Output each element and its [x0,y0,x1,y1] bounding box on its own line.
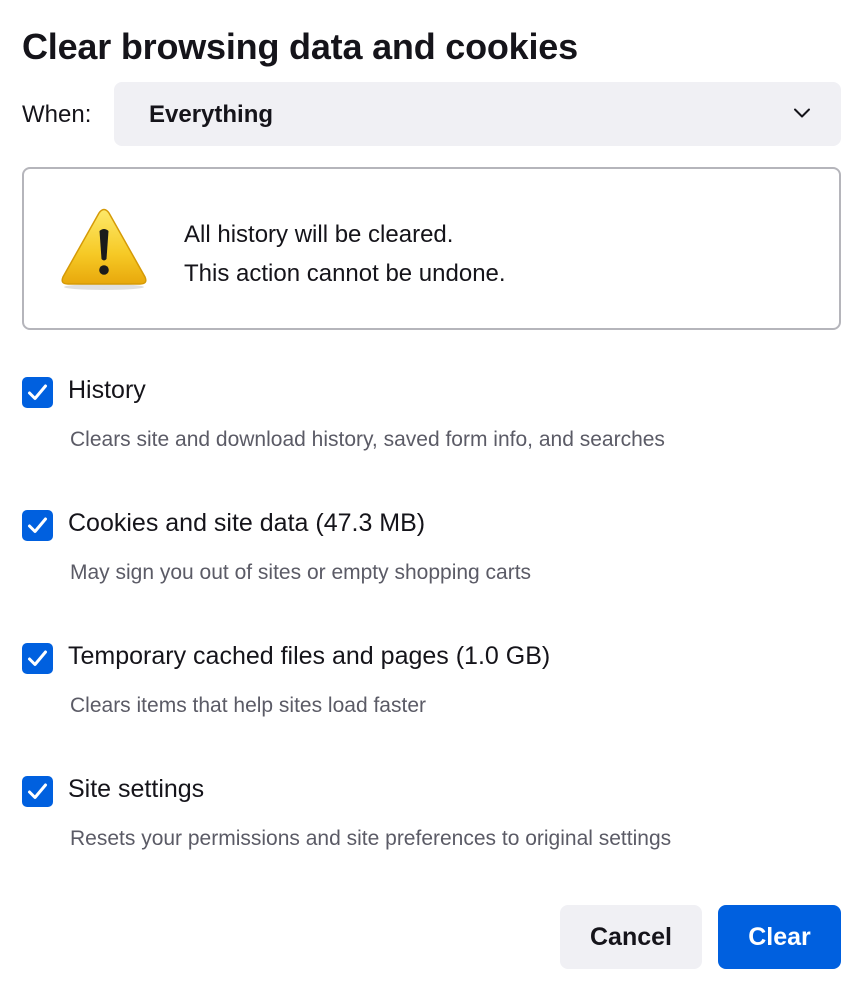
cookies-label[interactable]: Cookies and site data (47.3 MB) [68,509,425,538]
checkmark-icon [28,517,47,533]
history-checkbox[interactable] [22,377,53,408]
site-settings-description: Resets your permissions and site prefere… [70,827,672,850]
clear-button[interactable]: Clear [718,905,841,969]
warning-line-2: This action cannot be undone. [184,260,506,287]
checkmark-icon [28,783,47,799]
warning-line-1: All history will be cleared. [184,221,454,248]
site-settings-label[interactable]: Site settings [68,775,204,804]
cache-checkbox[interactable] [22,643,53,674]
clear-data-dialog: Clear browsing data and cookies When: Ev… [0,0,868,996]
cache-description: Clears items that help sites load faster [70,694,426,717]
warning-box: All history will be cleared. This action… [22,167,841,330]
time-range-select[interactable]: Everything [114,82,841,146]
cookies-description: May sign you out of sites or empty shopp… [70,561,532,584]
cancel-button[interactable]: Cancel [560,905,702,969]
checkmark-icon [28,650,47,666]
warning-message: All history will be cleared. This action… [184,215,506,293]
cookies-checkbox[interactable] [22,510,53,541]
chevron-down-icon [794,108,810,118]
cache-label[interactable]: Temporary cached files and pages (1.0 GB… [68,642,550,671]
time-range-selected-value: Everything [149,101,274,128]
history-label[interactable]: History [68,376,146,405]
time-range-label: When: [22,101,92,128]
dialog-title: Clear browsing data and cookies [22,26,578,67]
checkmark-icon [28,384,47,400]
history-description: Clears site and download history, saved … [70,428,665,451]
time-range-row: When: Everything [22,82,841,146]
site-settings-checkbox[interactable] [22,776,53,807]
warning-icon [61,208,147,290]
